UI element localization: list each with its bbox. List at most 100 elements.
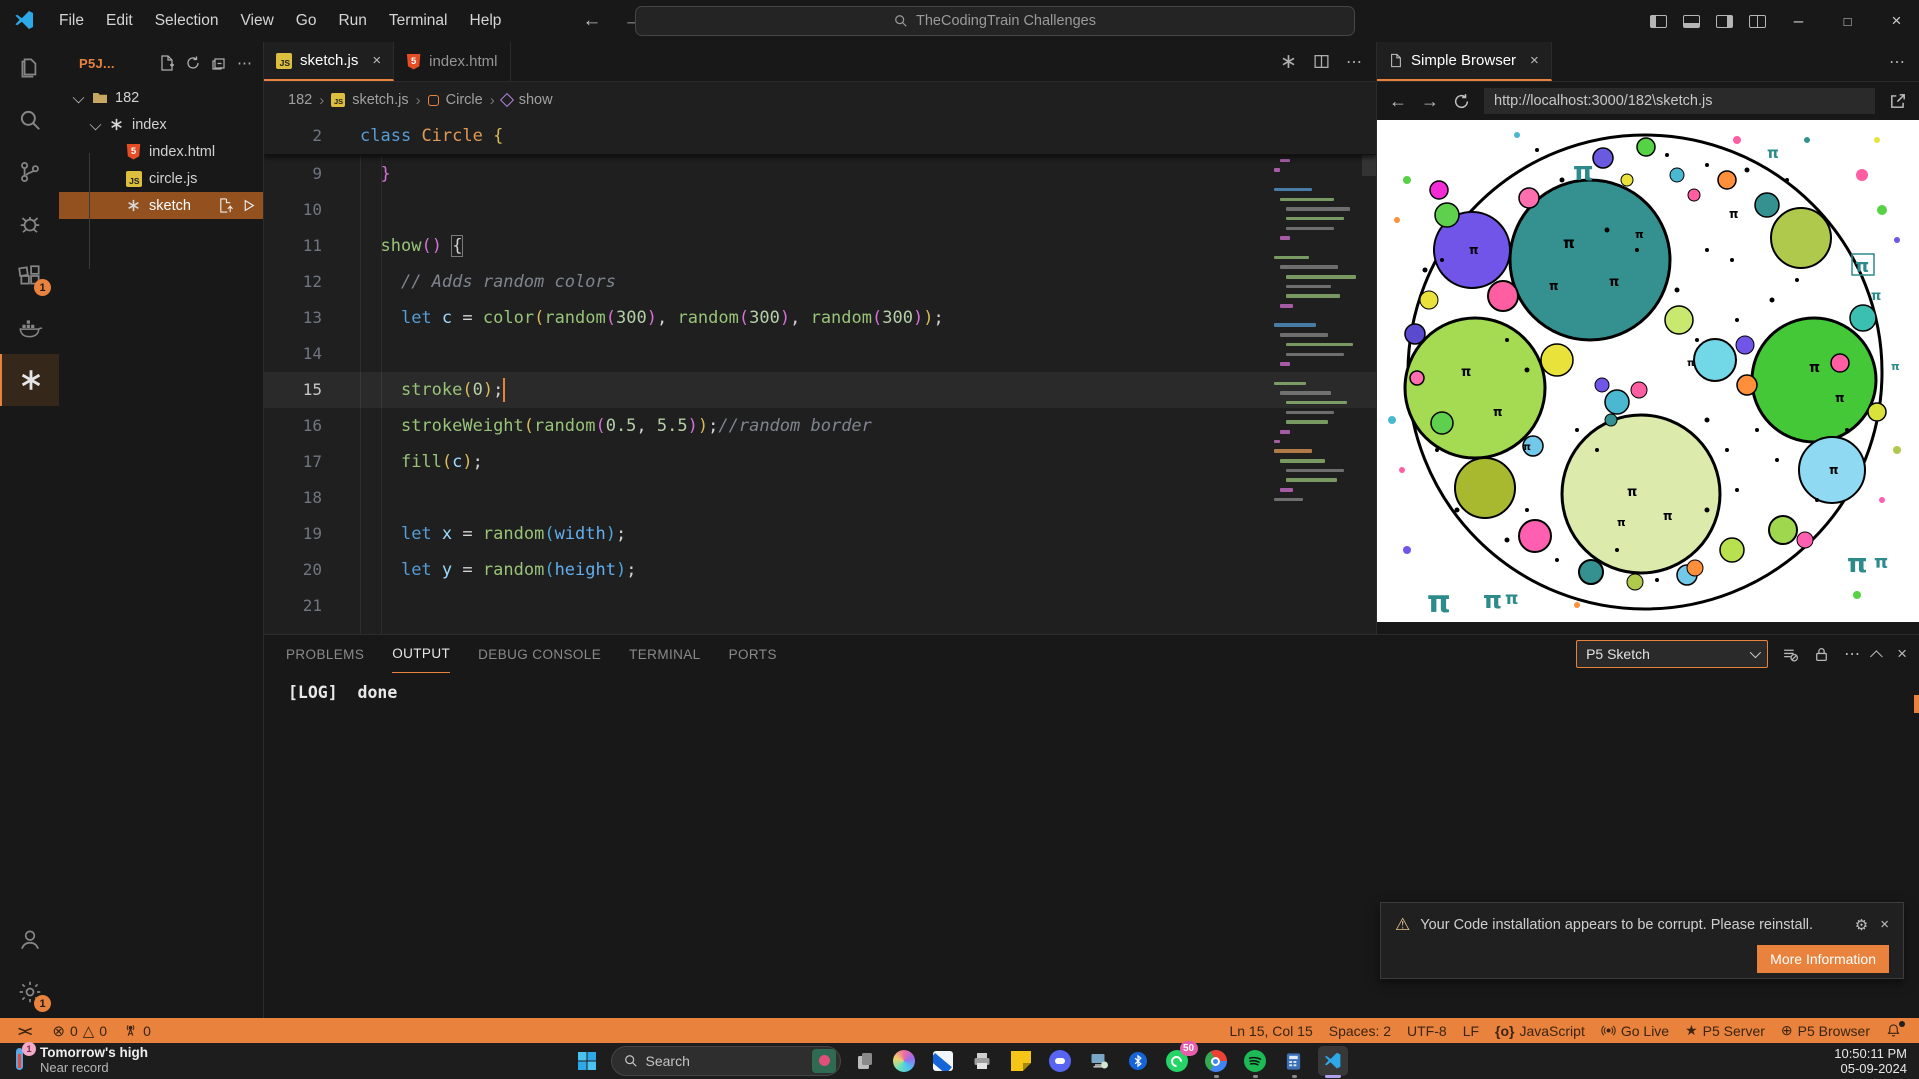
run-p5-sketch-icon[interactable]	[1280, 53, 1297, 70]
code-line[interactable]: 10	[264, 192, 1376, 228]
notifications-bell[interactable]	[1878, 1018, 1909, 1043]
browser-more-actions-icon[interactable]: ⋯	[1889, 52, 1905, 72]
code-line[interactable]: 20 let y = random(height);	[264, 552, 1376, 588]
encoding[interactable]: UTF-8	[1399, 1018, 1455, 1043]
url-input[interactable]: http://localhost:3000/182\sketch.js	[1484, 88, 1875, 114]
menu-file[interactable]: File	[48, 0, 95, 42]
toggle-sidebar-icon[interactable]	[1650, 15, 1667, 28]
code-line[interactable]: 13 let c = color(random(300), random(300…	[264, 300, 1376, 336]
taskbar-clock[interactable]: 10:50:11 PM 05-09-2024	[1834, 1046, 1907, 1076]
taskbar-icon-calculator[interactable]	[1279, 1046, 1309, 1076]
p5-server-button[interactable]: ★ P5 Server	[1677, 1018, 1773, 1043]
code-line[interactable]: 9 }	[264, 156, 1376, 192]
taskbar-icon-vscode[interactable]	[1318, 1046, 1348, 1076]
tab-simple-browser[interactable]: Simple Browser ×	[1377, 42, 1552, 81]
menu-terminal[interactable]: Terminal	[378, 0, 459, 42]
menu-go[interactable]: Go	[285, 0, 328, 42]
tab-sketch-js[interactable]: JS sketch.js ×	[264, 42, 394, 81]
taskbar-icon-discord[interactable]	[1045, 1046, 1075, 1076]
window-close-button[interactable]: ×	[1874, 0, 1919, 42]
code-line[interactable]: 21	[264, 588, 1376, 624]
eol-sequence[interactable]: LF	[1455, 1018, 1487, 1043]
open-sketch-icon[interactable]	[218, 198, 233, 213]
docker-icon[interactable]	[0, 302, 59, 354]
panel-tab-debug-console[interactable]: DEBUG CONSOLE	[478, 635, 601, 673]
code-line[interactable]: 15 stroke(0);	[264, 372, 1376, 408]
remote-indicator[interactable]: ><	[10, 1018, 38, 1043]
panel-tab-output[interactable]: OUTPUT	[392, 635, 450, 673]
problems-status[interactable]: ⊗ 0 △ 0	[44, 1018, 115, 1043]
notification-close-icon[interactable]: ×	[1880, 916, 1889, 934]
tree-item-182[interactable]: 182	[59, 84, 263, 111]
language-mode[interactable]: {ο} JavaScript	[1487, 1018, 1593, 1043]
refresh-icon[interactable]	[185, 55, 201, 71]
run-sketch-icon[interactable]	[242, 199, 255, 212]
close-panel-icon[interactable]: ×	[1897, 644, 1907, 664]
menu-edit[interactable]: Edit	[95, 0, 144, 42]
panel-scrollbar-marker[interactable]	[1914, 695, 1919, 713]
code-line[interactable]: 18	[264, 480, 1376, 516]
toggle-panel-icon[interactable]	[1683, 15, 1700, 28]
breadcrumb-folder[interactable]: 182	[288, 92, 312, 108]
cursor-position[interactable]: Ln 15, Col 15	[1221, 1018, 1320, 1043]
extensions-icon[interactable]: 1	[0, 250, 59, 302]
taskbar-icon-bluetooth[interactable]	[1123, 1046, 1153, 1076]
p5-sketch-explorer-icon[interactable]	[0, 354, 59, 406]
browser-back-icon[interactable]: ←	[1389, 91, 1407, 112]
taskbar-icon-this-pc[interactable]	[1084, 1046, 1114, 1076]
code-line[interactable]: 14	[264, 336, 1376, 372]
start-button[interactable]	[572, 1046, 602, 1076]
browser-reload-icon[interactable]	[1453, 93, 1470, 110]
lock-icon[interactable]	[1813, 646, 1830, 663]
window-minimize-button[interactable]: –	[1776, 0, 1821, 42]
breadcrumb-method[interactable]: show	[519, 92, 553, 108]
indentation[interactable]: Spaces: 2	[1321, 1018, 1399, 1043]
code-line[interactable]: 11 show() {	[264, 228, 1376, 264]
output-channel-select[interactable]: P5 Sketch	[1576, 640, 1768, 668]
notification-settings-gear-icon[interactable]: ⚙	[1855, 916, 1868, 934]
taskbar-icon-file-explorer[interactable]	[850, 1046, 880, 1076]
command-center-search[interactable]: TheCodingTrain Challenges	[635, 6, 1355, 36]
code-editor[interactable]: 9 }1011 show() {12 // Adds random colors…	[264, 118, 1376, 634]
menu-help[interactable]: Help	[459, 0, 513, 42]
ports-status[interactable]: 0	[115, 1018, 159, 1043]
panel-tab-ports[interactable]: PORTS	[729, 635, 777, 673]
run-debug-icon[interactable]	[0, 198, 59, 250]
customize-layout-icon[interactable]	[1749, 15, 1766, 28]
weather-widget[interactable]: 1 Tomorrow's high Near record	[8, 1045, 148, 1075]
tab-index-html[interactable]: 5 index.html	[394, 42, 510, 81]
menu-selection[interactable]: Selection	[144, 0, 230, 42]
taskbar-icon-sticky-notes[interactable]	[1006, 1046, 1036, 1076]
panel-tab-terminal[interactable]: TERMINAL	[629, 635, 700, 673]
editor-more-actions-icon[interactable]: ⋯	[1346, 52, 1362, 72]
menu-run[interactable]: Run	[327, 0, 377, 42]
p5-browser-button[interactable]: ⊕ P5 Browser	[1773, 1018, 1878, 1043]
taskbar-icon-chrome[interactable]	[1201, 1046, 1231, 1076]
menu-view[interactable]: View	[229, 0, 284, 42]
open-external-icon[interactable]	[1889, 92, 1907, 110]
minimap[interactable]	[1274, 120, 1360, 634]
toggle-secondary-sidebar-icon[interactable]	[1716, 15, 1733, 28]
panel-tab-problems[interactable]: PROBLEMS	[286, 635, 364, 673]
tab-close-icon[interactable]: ×	[1530, 52, 1539, 69]
taskbar-icon-whatsapp[interactable]: 50	[1162, 1046, 1192, 1076]
collapse-all-icon[interactable]	[211, 55, 227, 71]
browser-forward-icon[interactable]: →	[1421, 91, 1439, 112]
taskbar-icon-copilot[interactable]	[889, 1046, 919, 1076]
tab-close-icon[interactable]: ×	[372, 52, 381, 69]
taskbar-icon-printer[interactable]	[967, 1046, 997, 1076]
split-editor-icon[interactable]	[1313, 53, 1330, 70]
breadcrumb-class[interactable]: Circle	[446, 92, 483, 108]
more-information-button[interactable]: More Information	[1757, 945, 1889, 973]
clear-output-icon[interactable]	[1782, 646, 1799, 663]
go-live-button[interactable]: Go Live	[1593, 1018, 1677, 1043]
code-line[interactable]: 16 strokeWeight(random(0.5, 5.5));//rand…	[264, 408, 1376, 444]
source-control-icon[interactable]	[0, 146, 59, 198]
breadcrumb-file[interactable]: sketch.js	[352, 92, 408, 108]
more-actions-icon[interactable]: ⋯	[237, 54, 253, 72]
maximize-panel-icon[interactable]	[1870, 650, 1883, 663]
search-icon[interactable]	[0, 94, 59, 146]
accounts-icon[interactable]	[0, 914, 59, 966]
code-line[interactable]: 12 // Adds random colors	[264, 264, 1376, 300]
manage-gear-icon[interactable]: 1	[0, 966, 59, 1018]
